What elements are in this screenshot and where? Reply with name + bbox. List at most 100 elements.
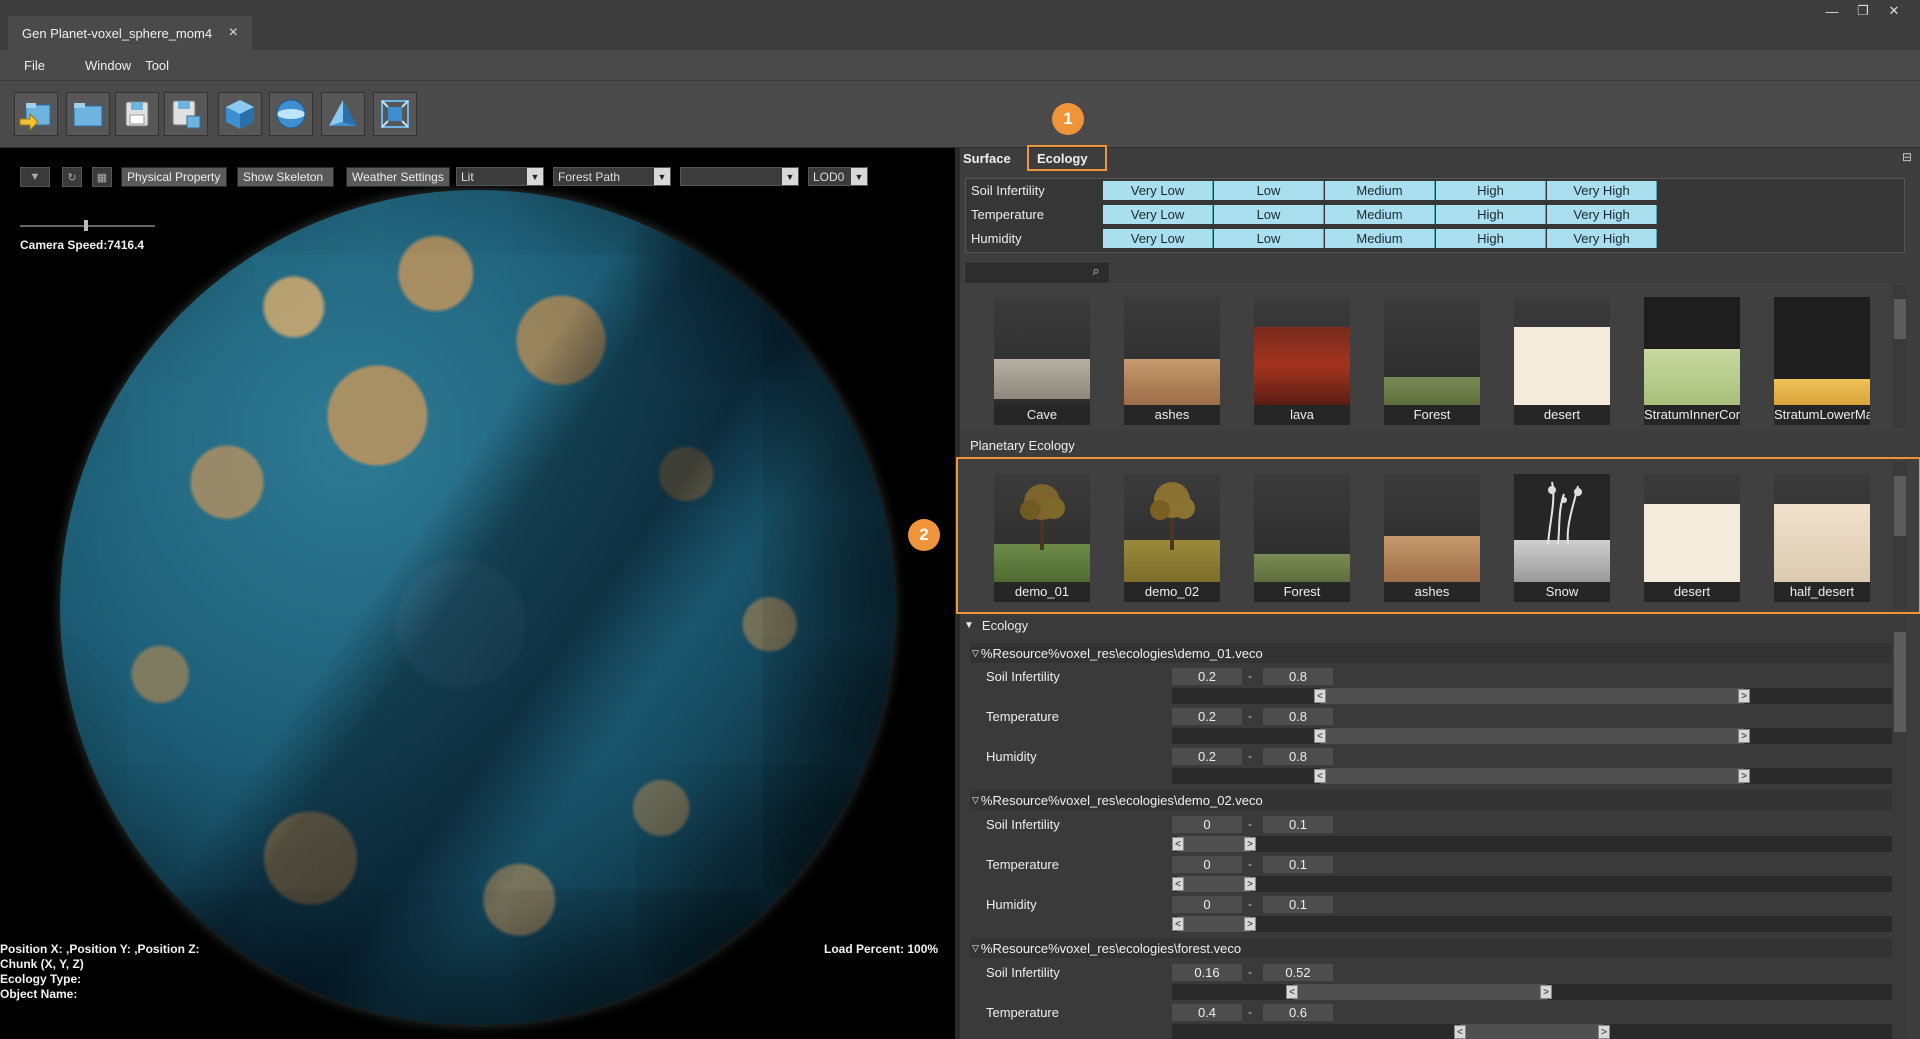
range-max-handle[interactable]: > [1244, 917, 1256, 931]
ecology-card[interactable]: desert [1644, 474, 1740, 602]
gallery-scrollbar-thumb[interactable] [1894, 299, 1906, 339]
asset-card[interactable]: lava [1254, 297, 1350, 425]
range-min-field[interactable]: 0.16 [1172, 964, 1242, 981]
tab-ecology[interactable]: Ecology [1027, 145, 1107, 171]
asset-card[interactable]: desert [1514, 297, 1610, 425]
ecology-section-header[interactable]: ▼ Ecology [964, 618, 1028, 633]
close-window-button[interactable]: ✕ [1880, 2, 1908, 20]
ecology-card[interactable]: ashes [1384, 474, 1480, 602]
ecology-entry-header[interactable]: ▽ %Resource%voxel_res\ecologies\demo_01.… [970, 643, 1892, 663]
asset-card[interactable]: StratumInnerCor [1644, 297, 1740, 425]
pyramid-button[interactable] [321, 92, 365, 136]
sphere-button[interactable] [269, 92, 313, 136]
level-very-high[interactable]: Very High [1547, 229, 1657, 248]
range-slider[interactable] [1172, 876, 1892, 892]
weather-settings-button[interactable]: Weather Settings [346, 167, 450, 187]
document-tab[interactable]: Gen Planet-voxel_sphere_mom4 × [8, 16, 252, 50]
level-very-high[interactable]: Very High [1547, 181, 1657, 200]
level-low[interactable]: Low [1214, 181, 1324, 200]
ecology-card[interactable]: half_desert [1774, 474, 1870, 602]
range-slider[interactable] [1172, 916, 1892, 932]
range-min-field[interactable]: 0.2 [1172, 748, 1242, 765]
range-min-field[interactable]: 0 [1172, 816, 1242, 833]
level-high[interactable]: High [1436, 205, 1546, 224]
view-menu-icon[interactable]: ▼ [20, 167, 50, 187]
range-min-field[interactable]: 0 [1172, 896, 1242, 913]
empty-select[interactable]: ▼ [680, 167, 799, 186]
range-min-handle[interactable]: < [1454, 1025, 1466, 1039]
asset-card[interactable]: Forest [1384, 297, 1480, 425]
range-min-field[interactable]: 0 [1172, 856, 1242, 873]
range-max-handle[interactable]: > [1738, 729, 1750, 743]
fit-view-button[interactable] [373, 92, 417, 136]
grid-toggle-icon[interactable]: ▦ [92, 167, 112, 187]
refresh-icon[interactable]: ↻ [62, 167, 82, 187]
path-mode-select[interactable]: Forest Path ▼ [553, 167, 671, 186]
range-max-field[interactable]: 0.1 [1263, 896, 1333, 913]
range-max-handle[interactable]: > [1598, 1025, 1610, 1039]
save-as-button[interactable] [164, 92, 208, 136]
search-icon[interactable]: ⌕ [1086, 261, 1106, 280]
range-max-handle[interactable]: > [1244, 877, 1256, 891]
open-folder-button[interactable] [66, 92, 110, 136]
lod-select[interactable]: LOD0 ▼ [808, 167, 868, 186]
range-min-handle[interactable]: < [1172, 837, 1184, 851]
menu-file[interactable]: File [0, 58, 45, 73]
level-high[interactable]: High [1436, 181, 1546, 200]
asset-card[interactable]: ashes [1124, 297, 1220, 425]
cube-button[interactable] [218, 92, 262, 136]
range-max-field[interactable]: 0.6 [1263, 1004, 1333, 1021]
level-very-low[interactable]: Very Low [1103, 205, 1213, 224]
gallery-scrollbar[interactable] [1893, 285, 1907, 428]
menu-window[interactable]: Window [45, 58, 131, 73]
render-mode-select[interactable]: Lit ▼ [456, 167, 544, 186]
level-low[interactable]: Low [1214, 229, 1324, 248]
range-max-field[interactable]: 0.8 [1263, 668, 1333, 685]
range-min-field[interactable]: 0.2 [1172, 708, 1242, 725]
menu-tool[interactable]: Tool [131, 58, 169, 73]
range-max-handle[interactable]: > [1738, 769, 1750, 783]
range-min-handle[interactable]: < [1314, 689, 1326, 703]
ecology-card[interactable]: demo_02 [1124, 474, 1220, 602]
pin-icon[interactable]: ⊟ [1902, 150, 1916, 164]
ecology-tree-scrollbar-thumb[interactable] [1894, 632, 1906, 732]
camera-speed-handle[interactable] [84, 220, 88, 231]
range-min-handle[interactable]: < [1286, 985, 1298, 999]
level-very-low[interactable]: Very Low [1103, 229, 1213, 248]
range-max-handle[interactable]: > [1540, 985, 1552, 999]
ecology-card[interactable]: Snow [1514, 474, 1610, 602]
level-medium[interactable]: Medium [1325, 229, 1435, 248]
asset-card[interactable]: StratumLowerMan [1774, 297, 1870, 425]
range-max-field[interactable]: 0.8 [1263, 708, 1333, 725]
level-very-high[interactable]: Very High [1547, 205, 1657, 224]
level-low[interactable]: Low [1214, 205, 1324, 224]
ecology-entry-header[interactable]: ▽ %Resource%voxel_res\ecologies\demo_02.… [970, 790, 1892, 810]
tab-surface[interactable]: Surface [955, 145, 1025, 171]
range-slider[interactable] [1172, 836, 1892, 852]
range-min-handle[interactable]: < [1314, 769, 1326, 783]
level-high[interactable]: High [1436, 229, 1546, 248]
level-very-low[interactable]: Very Low [1103, 181, 1213, 200]
save-button[interactable] [115, 92, 159, 136]
ecology-entry-header[interactable]: ▽ %Resource%voxel_res\ecologies\forest.v… [970, 938, 1892, 958]
range-min-handle[interactable]: < [1172, 917, 1184, 931]
range-max-field[interactable]: 0.1 [1263, 856, 1333, 873]
import-button[interactable] [14, 92, 58, 136]
minimize-button[interactable]: — [1818, 2, 1846, 20]
asset-card[interactable]: Cave [994, 297, 1090, 425]
range-max-field[interactable]: 0.52 [1263, 964, 1333, 981]
close-icon[interactable]: × [229, 24, 238, 42]
range-max-field[interactable]: 0.1 [1263, 816, 1333, 833]
physical-property-button[interactable]: Physical Property [121, 167, 227, 187]
range-min-handle[interactable]: < [1172, 877, 1184, 891]
range-min-field[interactable]: 0.2 [1172, 668, 1242, 685]
ecology-gallery-scrollbar[interactable] [1893, 462, 1907, 609]
ecology-card[interactable]: Forest [1254, 474, 1350, 602]
range-max-handle[interactable]: > [1244, 837, 1256, 851]
ecology-card[interactable]: demo_01 [994, 474, 1090, 602]
level-medium[interactable]: Medium [1325, 205, 1435, 224]
restore-button[interactable]: ❐ [1849, 2, 1877, 20]
ecology-tree-scrollbar[interactable] [1893, 618, 1907, 1039]
range-max-handle[interactable]: > [1738, 689, 1750, 703]
range-min-handle[interactable]: < [1314, 729, 1326, 743]
